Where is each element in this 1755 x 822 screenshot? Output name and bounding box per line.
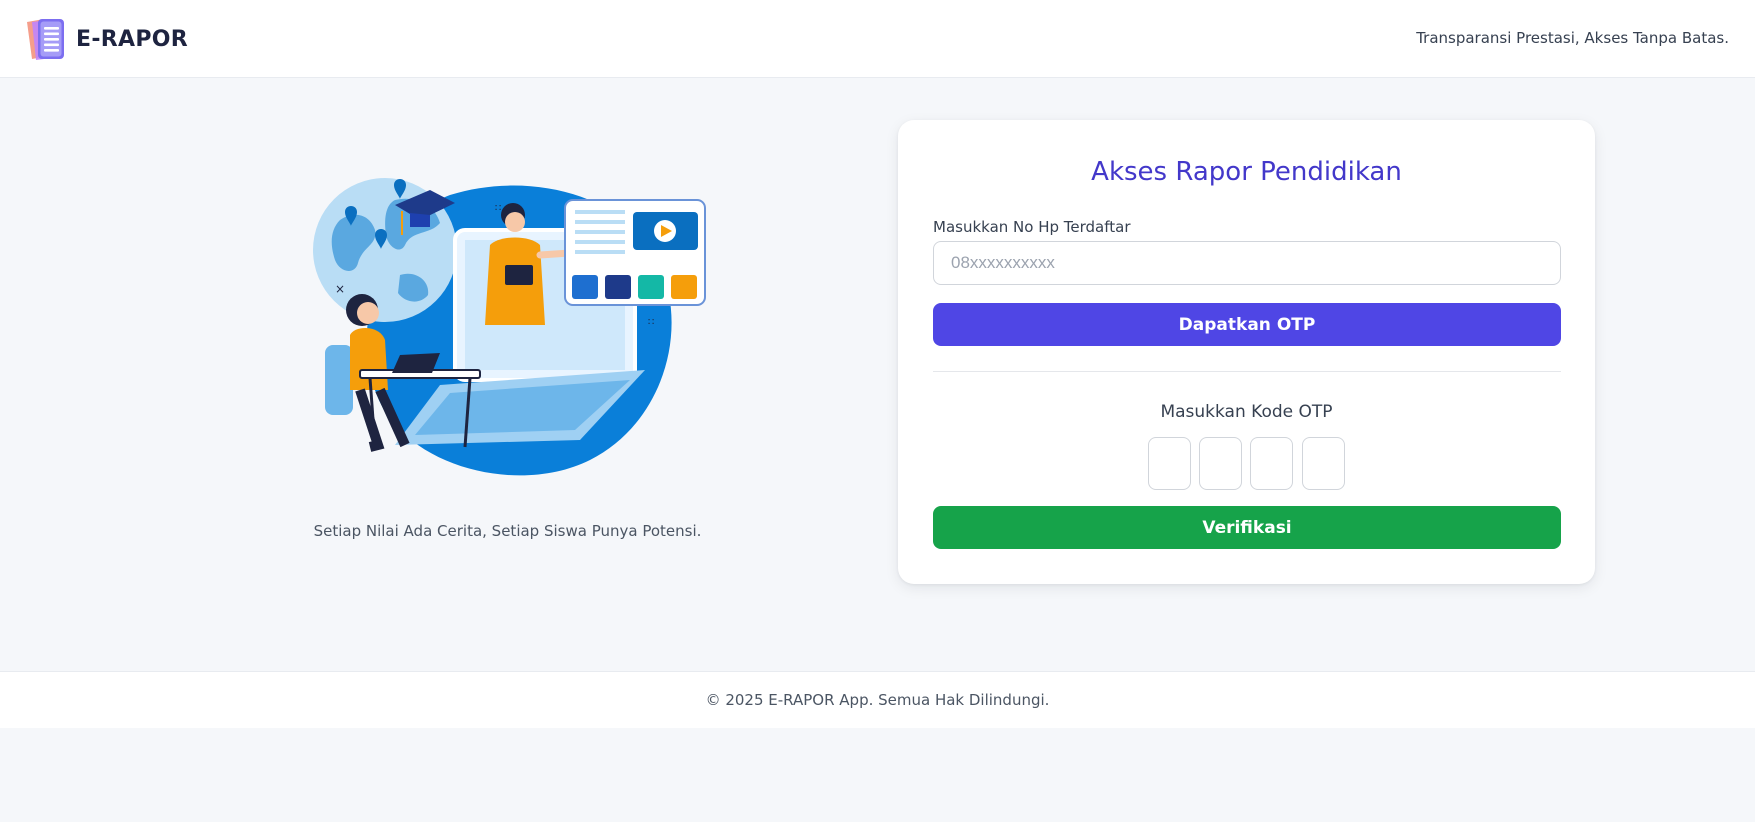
phone-label: Masukkan No Hp Terdaftar xyxy=(933,218,1131,236)
hero-caption: Setiap Nilai Ada Cerita, Setiap Siswa Pu… xyxy=(313,522,702,540)
otp-input-group xyxy=(1148,437,1348,490)
get-otp-button[interactable]: Dapatkan OTP xyxy=(933,303,1561,346)
svg-text:∷: ∷ xyxy=(648,317,654,328)
verify-button[interactable]: Verifikasi xyxy=(933,506,1561,549)
svg-text:∷: ∷ xyxy=(495,203,501,214)
online-learning-illustration: × ∷ ∷ xyxy=(313,178,706,476)
otp-label: Masukkan Kode OTP xyxy=(1160,402,1333,422)
brand[interactable]: E-RAPOR xyxy=(24,15,188,63)
otp-digit-3[interactable] xyxy=(1250,437,1293,490)
top-header: E-RAPOR Transparansi Prestasi, Akses Tan… xyxy=(0,0,1755,78)
header-tagline: Transparansi Prestasi, Akses Tanpa Batas… xyxy=(1416,29,1729,47)
divider xyxy=(933,371,1561,372)
card-title: Akses Rapor Pendidikan xyxy=(1091,157,1402,187)
footer: © 2025 E-RAPOR App. Semua Hak Dilindungi… xyxy=(0,671,1755,728)
document-list-icon xyxy=(27,19,64,60)
svg-text:×: × xyxy=(335,282,345,296)
otp-digit-1[interactable] xyxy=(1148,437,1191,490)
copyright-text: © 2025 E-RAPOR App. Semua Hak Dilindungi… xyxy=(705,691,1050,709)
otp-digit-4[interactable] xyxy=(1302,437,1345,490)
otp-digit-2[interactable] xyxy=(1199,437,1242,490)
phone-input[interactable] xyxy=(933,241,1561,285)
brand-name: E-RAPOR xyxy=(76,26,188,52)
login-card: Akses Rapor Pendidikan Masukkan No Hp Te… xyxy=(898,120,1595,584)
